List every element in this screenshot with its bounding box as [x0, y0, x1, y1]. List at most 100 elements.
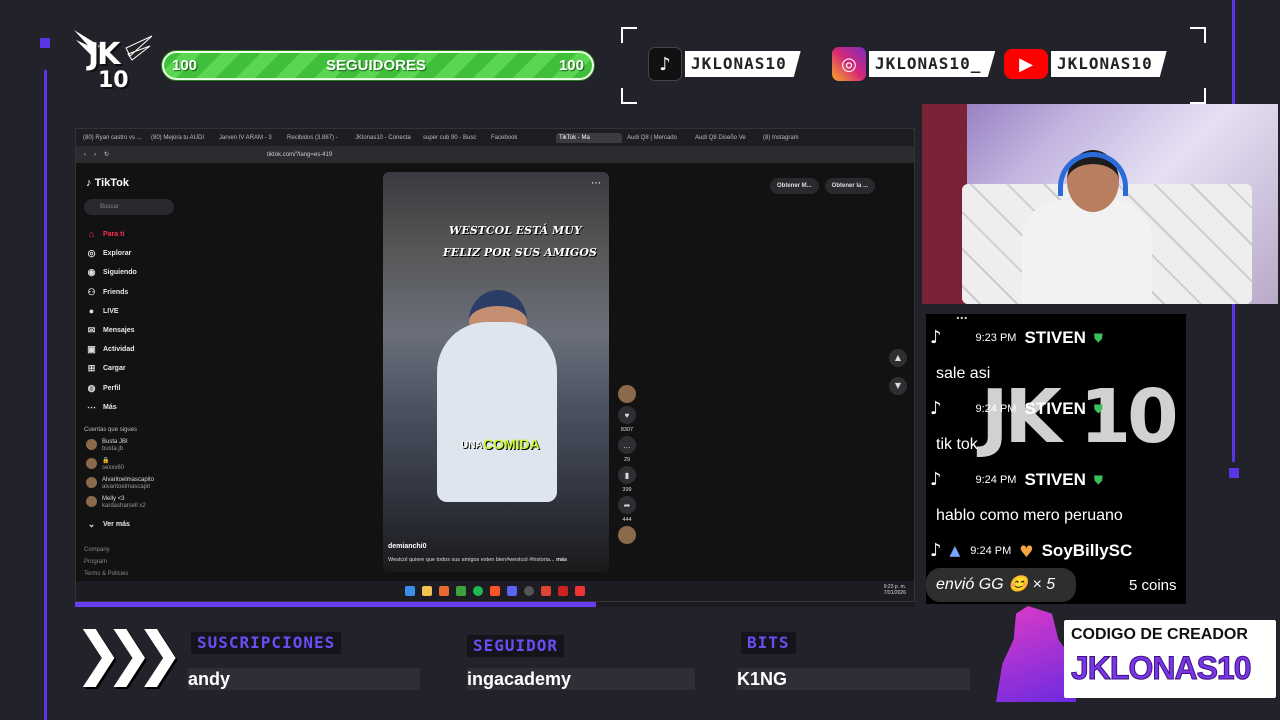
browser-tab[interactable]: (8) Instagram	[760, 133, 826, 143]
followed-account[interactable]: Melly <3 kardasharsell x2	[86, 496, 146, 510]
social-instagram: ◎ JKLONAS10_	[832, 47, 996, 81]
account-handle: alvaritoelmascapit	[102, 484, 151, 491]
browser-tab[interactable]: (80) Ryan castro vs ...	[80, 133, 146, 143]
followers-current: 100	[172, 57, 198, 74]
search-input[interactable]: Buscar	[84, 199, 174, 215]
ticker-value-follower: ingacademy	[467, 668, 695, 690]
footer-terms[interactable]: Terms & Policies	[84, 571, 128, 577]
back-icon[interactable]: ‹	[84, 152, 86, 158]
url-text[interactable]: tiktok.com/?lang=es-419	[267, 152, 332, 158]
account-name: 🔒	[102, 458, 110, 464]
logo-jk: JK	[88, 37, 120, 72]
logo-ten: 10	[98, 68, 129, 93]
discord-icon[interactable]	[507, 586, 517, 596]
windows-taskbar: 9:23 p. m. 7/01/2026	[76, 581, 914, 601]
instagram-icon: ◎	[832, 47, 866, 81]
chat-message-header: ♪ 9:23 PM STIVEN ⛊	[930, 328, 1103, 348]
file-explorer-icon[interactable]	[422, 586, 432, 596]
creator-avatar[interactable]	[618, 385, 636, 403]
chat-time: 9:24 PM	[975, 403, 1017, 415]
share-icon[interactable]: ➦	[618, 496, 636, 514]
see-more-link[interactable]: ⌄ Ver más	[86, 519, 130, 530]
app-icon[interactable]	[541, 586, 551, 596]
friends-icon: ⚇	[87, 286, 96, 297]
nav-label: Cargar	[103, 365, 126, 373]
get-app-button[interactable]: Obtener M...	[770, 178, 819, 194]
footer-company[interactable]: Company	[84, 547, 110, 553]
browser-tab[interactable]: TikTok - Ma	[556, 132, 622, 143]
youtube-icon: ▶	[1004, 49, 1048, 79]
creator-code-title: CODIGO DE CREADOR	[1071, 626, 1248, 643]
browser-tab[interactable]: Audi Q8 Diseño Ve	[692, 133, 758, 143]
avatar	[86, 477, 97, 488]
app-icon[interactable]	[558, 586, 568, 596]
nav-label: Mensajes	[103, 327, 135, 334]
browser-tab[interactable]: JKlonas10 - Conecta	[352, 133, 418, 143]
spotify-icon[interactable]	[473, 586, 483, 596]
address-bar[interactable]: ‹ › ↻ tiktok.com/?lang=es-419	[76, 146, 914, 163]
account-handle: kardasharsell x2	[102, 503, 146, 510]
app-icon[interactable]	[575, 586, 585, 596]
followed-account[interactable]: Busta JBI busta.jb	[86, 439, 128, 453]
prev-video-button[interactable]: ▲	[889, 349, 907, 367]
nav-item-para-ti[interactable]: ⌂ Para ti	[86, 229, 125, 240]
youtube-handle: JKLONAS10	[1051, 51, 1167, 77]
chat-message-header: ♪ ▲ 9:24 PM ♥ SoyBillySC	[930, 541, 1132, 561]
bracket-br	[1190, 88, 1206, 104]
headphones	[1058, 152, 1128, 196]
tiktok-icon: ♪	[648, 47, 682, 81]
nav-item-live[interactable]: ● LIVE	[86, 306, 119, 317]
heart-icon[interactable]: ♥	[618, 406, 636, 424]
nav-item-actividad[interactable]: ▣ Actividad	[86, 344, 134, 355]
windows-start-icon[interactable]	[405, 586, 415, 596]
avatar	[86, 458, 97, 469]
chat-overlay: ... JK 10 ♪ 9:23 PM STIVEN ⛊ sale asi ♪ 9:24 P…	[926, 314, 1186, 604]
followed-account[interactable]: 🔒 sexxx60	[86, 458, 124, 472]
channel-logo: JK 10	[70, 26, 156, 100]
messages-icon: ✉	[87, 325, 96, 335]
comment-icon[interactable]: …	[618, 436, 636, 454]
nav-item-mensajes[interactable]: ✉ Mensajes	[86, 325, 135, 336]
video-username[interactable]: demianchi0	[388, 543, 427, 550]
app-icon[interactable]	[439, 586, 449, 596]
account-name: Alvaritoelmascapito	[102, 477, 155, 483]
tiktok-video[interactable]: ⋯ WESTCOL ESTÁ MUY FELIZ POR SUS AMIGOS …	[383, 172, 609, 572]
browser-tab[interactable]: Jarven IV ARAM - 3	[216, 133, 282, 143]
nav-item-friends[interactable]: ⚇ Friends	[86, 287, 128, 298]
tiktok-icon: ♪	[930, 327, 942, 348]
reload-icon[interactable]: ↻	[104, 151, 109, 158]
browser-tab[interactable]: Audi Q8 | Mercado	[624, 133, 690, 143]
xbox-icon[interactable]	[456, 586, 466, 596]
next-video-button[interactable]: ▼	[889, 377, 907, 395]
ticker-value-subs: andy	[188, 668, 420, 690]
nav-item-perfil[interactable]: ◍ Perfil	[86, 383, 121, 394]
browser-tab[interactable]: super cub 90 - Busc	[420, 133, 486, 143]
nav-label: Siguiendo	[103, 269, 137, 277]
nav-item-explorar[interactable]: ◎ Explorar	[86, 248, 132, 259]
video-options-icon[interactable]: ⋯	[591, 178, 601, 189]
brave-icon[interactable]	[490, 586, 500, 596]
nav-item-m-s[interactable]: ⋯ Más	[86, 402, 117, 413]
more-icon: ⋯	[87, 401, 96, 412]
obs-icon[interactable]	[524, 586, 534, 596]
nav-label: Perfil	[103, 384, 121, 392]
nav-item-siguiendo[interactable]: ◉ Siguiendo	[86, 267, 137, 278]
forward-icon[interactable]: ›	[94, 152, 96, 158]
footer-program[interactable]: Program	[84, 559, 107, 565]
music-disc-icon[interactable]	[618, 526, 636, 544]
action-count: 29	[623, 457, 631, 463]
browser-tab[interactable]: Facebook	[488, 133, 554, 143]
nav-item-cargar[interactable]: ⊞ Cargar	[86, 363, 126, 374]
nav-label: LIVE	[103, 307, 119, 315]
browser-tab[interactable]: (80) Mejora tu AUDI	[148, 133, 214, 143]
browser-tab[interactable]: Recibidos (3.887) -	[284, 133, 350, 143]
taskbar-clock[interactable]: 9:23 p. m. 7/01/2026	[884, 584, 906, 596]
get-desktop-button[interactable]: Obtener la ...	[824, 178, 876, 194]
top-right-buttons: Obtener M... Obtener la ...	[770, 178, 876, 194]
chat-time: 9:24 PM	[975, 474, 1017, 486]
tiktok-brand[interactable]: ♪ TikTok	[86, 177, 129, 189]
followed-account[interactable]: Alvaritoelmascapito alvaritoelmascapit	[86, 477, 154, 491]
webcam-feed	[922, 104, 1278, 304]
bookmark-icon[interactable]: ▮	[618, 466, 636, 484]
chevron-down-icon: ⌄	[87, 519, 96, 529]
